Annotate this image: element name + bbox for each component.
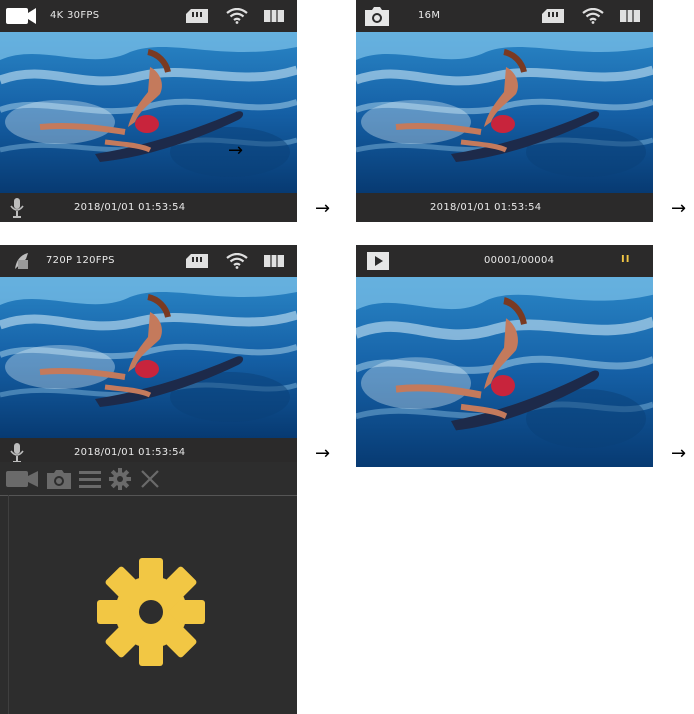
slowmo-mode-screen: 720P 120FPS 2018/01/01 01:53:54 bbox=[0, 245, 297, 467]
mode-label: 720P 120FPS bbox=[46, 255, 115, 266]
status-bar: 720P 120FPS bbox=[0, 245, 297, 277]
menu-tab-bar bbox=[0, 462, 297, 496]
menu-rail bbox=[0, 495, 9, 714]
photo-mode-screen: 16M 2018/01/01 01:53:54 bbox=[356, 0, 653, 222]
live-preview bbox=[0, 32, 297, 193]
video-camera-icon[interactable] bbox=[6, 470, 38, 488]
wifi-icon bbox=[582, 8, 604, 24]
arrow-right: → bbox=[671, 443, 687, 464]
battery-icon bbox=[620, 10, 640, 22]
timestamp: 2018/01/01 01:53:54 bbox=[430, 202, 542, 213]
microphone-icon bbox=[10, 443, 24, 463]
battery-icon bbox=[264, 255, 284, 267]
timestamp: 2018/01/01 01:53:54 bbox=[74, 447, 186, 458]
mode-label: 4K 30FPS bbox=[50, 10, 100, 21]
video-mode-screen: 4K 30FPS 2018/01/01 01:53:54 bbox=[0, 0, 297, 222]
playback-icon bbox=[367, 252, 389, 270]
bottom-bar: 2018/01/01 01:53:54 bbox=[0, 193, 297, 222]
sd-card-icon bbox=[186, 254, 208, 268]
status-bar: 16M bbox=[356, 0, 653, 32]
slowmo-icon bbox=[15, 253, 28, 269]
playback-preview bbox=[356, 277, 653, 467]
file-counter: 00001/00004 bbox=[484, 255, 555, 266]
live-preview bbox=[356, 32, 653, 193]
playback-screen: 00001/00004 II bbox=[356, 245, 653, 467]
close-icon[interactable] bbox=[140, 469, 160, 489]
wifi-icon bbox=[226, 8, 248, 24]
list-icon[interactable] bbox=[79, 470, 101, 488]
timestamp: 2018/01/01 01:53:54 bbox=[74, 202, 186, 213]
gear-icon[interactable] bbox=[109, 468, 131, 490]
arrow-right: → bbox=[671, 198, 687, 219]
battery-icon bbox=[264, 10, 284, 22]
status-bar: 00001/00004 II bbox=[356, 245, 653, 277]
live-preview bbox=[0, 277, 297, 438]
arrow-right: → bbox=[315, 443, 331, 464]
arrow-right: → bbox=[315, 198, 331, 219]
camera-icon[interactable] bbox=[47, 469, 71, 489]
camera-icon bbox=[365, 7, 389, 26]
arrow-right: → bbox=[228, 140, 244, 161]
menu-screen bbox=[0, 462, 297, 714]
mode-label: 16M bbox=[418, 10, 441, 21]
wifi-icon bbox=[226, 253, 248, 269]
gear-icon bbox=[97, 558, 205, 666]
bottom-bar: 2018/01/01 01:53:54 bbox=[356, 193, 653, 222]
status-bar: 4K 30FPS bbox=[0, 0, 297, 32]
video-camera-icon bbox=[6, 8, 36, 24]
pause-icon[interactable]: II bbox=[621, 254, 630, 265]
sd-card-icon bbox=[186, 9, 208, 23]
sd-card-icon bbox=[542, 9, 564, 23]
microphone-icon bbox=[10, 198, 24, 218]
